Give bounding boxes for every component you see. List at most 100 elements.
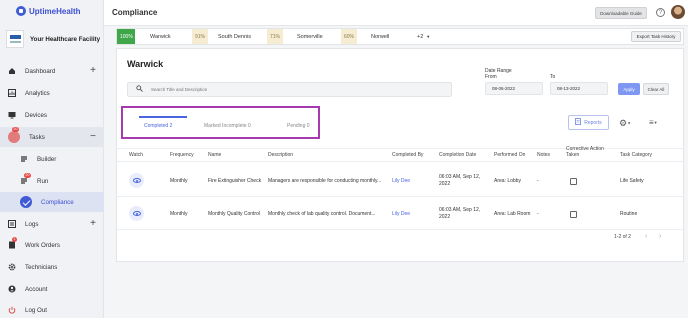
location-score: 71% [267,29,283,44]
location-score: 60% [341,29,357,44]
sidebar: UptimeHealth Your Healthcare Facility Da… [0,0,104,318]
tasks-badge: 20 [12,127,19,132]
sidebar-item-label: Logs [25,220,39,228]
sidebar-item-dashboard[interactable]: Dashboard + [0,61,104,81]
sidebar-item-compliance[interactable]: Compliance [0,192,104,212]
clear-all-button[interactable]: Clear All [643,83,669,95]
completion-date-cell: 06:03 AM, Sep 12, 2022 [439,207,481,220]
column-header[interactable]: Name [208,152,221,158]
sidebar-item-work-orders[interactable]: 1 Work Orders [0,235,104,255]
sidebar-item-account[interactable]: Account [0,279,104,299]
devices-icon [8,111,16,119]
location-tab-somerville[interactable]: 71% Somerville [267,29,323,44]
filter-icon[interactable]: ≡▼ [649,119,658,127]
apply-button[interactable]: Apply [618,83,640,95]
column-header[interactable]: Performed On [494,152,525,158]
avatar[interactable] [671,5,685,19]
sidebar-item-devices[interactable]: Devices [0,105,104,125]
completed-by-link[interactable]: Lily Dee [392,178,410,185]
facility-name: Your Healthcare Facility [30,35,101,43]
location-tab-warwick[interactable]: 100% Warwick [117,29,171,44]
name-cell: Fire Extinguisher Check [208,178,262,184]
reports-button[interactable]: Reports [568,115,609,130]
frequency-cell: Monthly [170,211,188,217]
column-header[interactable]: Watch [129,152,143,158]
sidebar-item-label: Technicians [25,263,58,271]
watch-eye-icon[interactable] [129,173,144,188]
tab-completed[interactable]: Completed 2 [144,123,172,129]
column-header[interactable]: Task Category [620,152,652,158]
sidebar-item-tasks[interactable]: 20 Tasks − [0,127,104,147]
sidebar-item-label: Dashboard [25,67,56,75]
name-cell: Monthly Quality Control [208,211,260,217]
location-name: Warwick [150,33,171,40]
brand[interactable]: UptimeHealth [16,6,81,16]
uptimehealth-logo-icon [16,6,26,16]
column-header[interactable]: Notes [537,152,550,158]
table-row[interactable]: Monthly Monthly Quality Control Monthly … [117,197,683,230]
more-locations-dropdown[interactable]: +2 ▼ [415,29,430,44]
sidebar-item-builder[interactable]: Builder [0,149,104,169]
location-tab-south-dennis[interactable]: 91% South Dennis [192,29,251,44]
facility-logo [6,30,24,48]
description-cell: Managers are responsible for conducting … [268,178,382,184]
sidebar-item-logout[interactable]: Log Out [0,300,104,318]
to-date-field[interactable]: 08-13-2022 [550,82,608,95]
location-name: Norwell [371,33,390,40]
search-icon [136,85,143,94]
facility-selector[interactable]: Your Healthcare Facility [6,30,100,48]
completion-date-cell: 06:03 AM, Sep 12, 2022 [439,174,481,187]
export-task-history-button[interactable]: Export Task History [631,31,681,42]
notes-cell: - [537,178,539,184]
table-row[interactable]: Monthly Fire Extinguisher Check Managers… [117,164,683,197]
search-input[interactable] [151,87,441,92]
expand-plus-icon[interactable]: + [90,66,96,76]
column-header[interactable]: Completed By [392,152,423,158]
task-category-cell: Life Safety [620,178,644,184]
from-date-field[interactable]: 08-06-2022 [485,82,543,95]
location-tab-norwell[interactable]: 60% Norwell [341,29,389,44]
collapse-minus-icon[interactable]: − [90,132,96,142]
sidebar-item-logs[interactable]: Logs + [0,214,104,234]
tab-marked-incomplete[interactable]: Marked Incomplete 0 [204,123,251,129]
sidebar-item-label: Analytics [25,89,50,97]
expand-plus-icon[interactable]: + [90,219,96,229]
corrective-action-checkbox[interactable] [570,211,577,218]
technicians-gear-icon [8,263,16,271]
compliance-card: Warwick Date Range From To 08-06-2022 08… [116,48,684,262]
next-page-chevron-icon[interactable]: › [659,233,661,240]
sidebar-item-label: Work Orders [25,241,60,249]
logs-icon [8,220,16,228]
sidebar-item-run[interactable]: 20 Run [0,171,104,191]
more-locations-label: +2 [417,33,424,40]
column-header[interactable]: Corrective Action Taken [566,146,612,158]
column-header[interactable]: Completion Date [439,152,476,158]
location-strip: 100% Warwick 91% South Dennis 71% Somerv… [116,28,684,45]
chevron-down-icon: ▼ [426,34,431,39]
corrective-action-checkbox[interactable] [570,178,577,185]
run-badge: 20 [24,173,31,178]
power-icon [8,306,16,314]
sidebar-item-label: Account [25,285,48,293]
prev-page-chevron-icon[interactable]: ‹ [645,233,647,240]
column-header[interactable]: Description [268,152,293,158]
help-icon[interactable]: ? [656,8,665,17]
watch-eye-icon[interactable] [129,206,144,221]
completed-by-link[interactable]: Lily Dee [392,211,410,218]
tab-pending[interactable]: Pending 0 [287,123,310,129]
column-header[interactable]: Frequency [170,152,194,158]
sidebar-item-technicians[interactable]: Technicians [0,257,104,277]
location-title: Warwick [127,59,164,69]
status-tabs-highlight: Completed 2 Marked Incomplete 0 Pending … [121,106,320,139]
page-title: Compliance [112,8,158,17]
settings-gear-icon[interactable]: ⚙▼ [619,119,631,128]
report-icon [575,118,582,127]
sidebar-item-label: Log Out [25,306,48,314]
pagination-info: 1-2 of 2 [614,234,631,240]
location-name: Somerville [297,33,323,40]
downloadable-guide-button[interactable]: Downloadable Guide [595,7,647,19]
sidebar-item-analytics[interactable]: Analytics [0,83,104,103]
search-box[interactable] [127,82,452,97]
notes-cell: - [537,211,539,217]
sidebar-item-label: Run [37,177,49,185]
